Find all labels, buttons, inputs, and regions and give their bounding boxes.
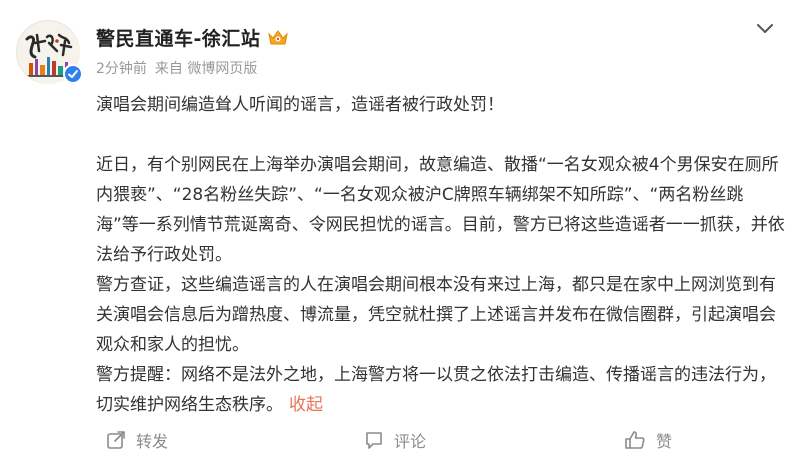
repost-icon (107, 431, 125, 449)
author-name[interactable]: 警民直通车-徐汇站 (96, 24, 260, 51)
post-paragraph: 警方查证，这些编造谣言的人在演唱会期间根本没有来过上海，都只是在家中上网浏览到有… (96, 275, 776, 355)
vip-crown-icon[interactable] (266, 27, 290, 47)
collapse-link[interactable]: 收起 (289, 395, 323, 415)
post-paragraph-last: 警方提醒：网络不是法外之地，上海警方将一以贯之依法打击编造、传播谣言的违法行为，… (96, 360, 786, 420)
comment-button[interactable]: 评论 (364, 428, 426, 452)
repost-label: 转发 (136, 432, 169, 451)
weibo-post: 警民直通车-徐汇站 2分钟前 来自 微博网页版 演唱会期间编造耸人听闻的谣言，造… (0, 0, 800, 461)
post-source[interactable]: 来自 微博网页版 (155, 58, 257, 78)
thumbs-up-icon (625, 431, 645, 449)
comment-icon (366, 432, 382, 449)
more-options-button[interactable] (752, 16, 778, 42)
post-meta: 2分钟前 来自 微博网页版 (96, 58, 257, 78)
like-label: 赞 (656, 432, 673, 451)
post-header: 警民直通车-徐汇站 (96, 23, 290, 51)
post-paragraph: 近日，有个别网民在上海举办演唱会期间，故意编造、散播“一名女观众被4个男保安在厕… (96, 155, 785, 265)
post-time[interactable]: 2分钟前 (96, 58, 147, 78)
chevron-down-icon (757, 24, 773, 33)
like-button[interactable]: 赞 (624, 428, 672, 452)
post-headline: 演唱会期间编造耸人听闻的谣言，造谣者被行政处罚！ (96, 95, 504, 115)
post-content: 演唱会期间编造耸人听闻的谣言，造谣者被行政处罚！ 近日，有个别网民在上海举办演唱… (96, 90, 786, 420)
action-bar: 转发 评论 赞 (0, 422, 800, 458)
verified-badge-icon (63, 64, 83, 84)
post-paragraph-text: 警方提醒：网络不是法外之地，上海警方将一以贯之依法打击编造、传播谣言的违法行为，… (96, 365, 776, 415)
comment-label: 评论 (394, 432, 427, 451)
repost-button[interactable]: 转发 (106, 428, 168, 452)
